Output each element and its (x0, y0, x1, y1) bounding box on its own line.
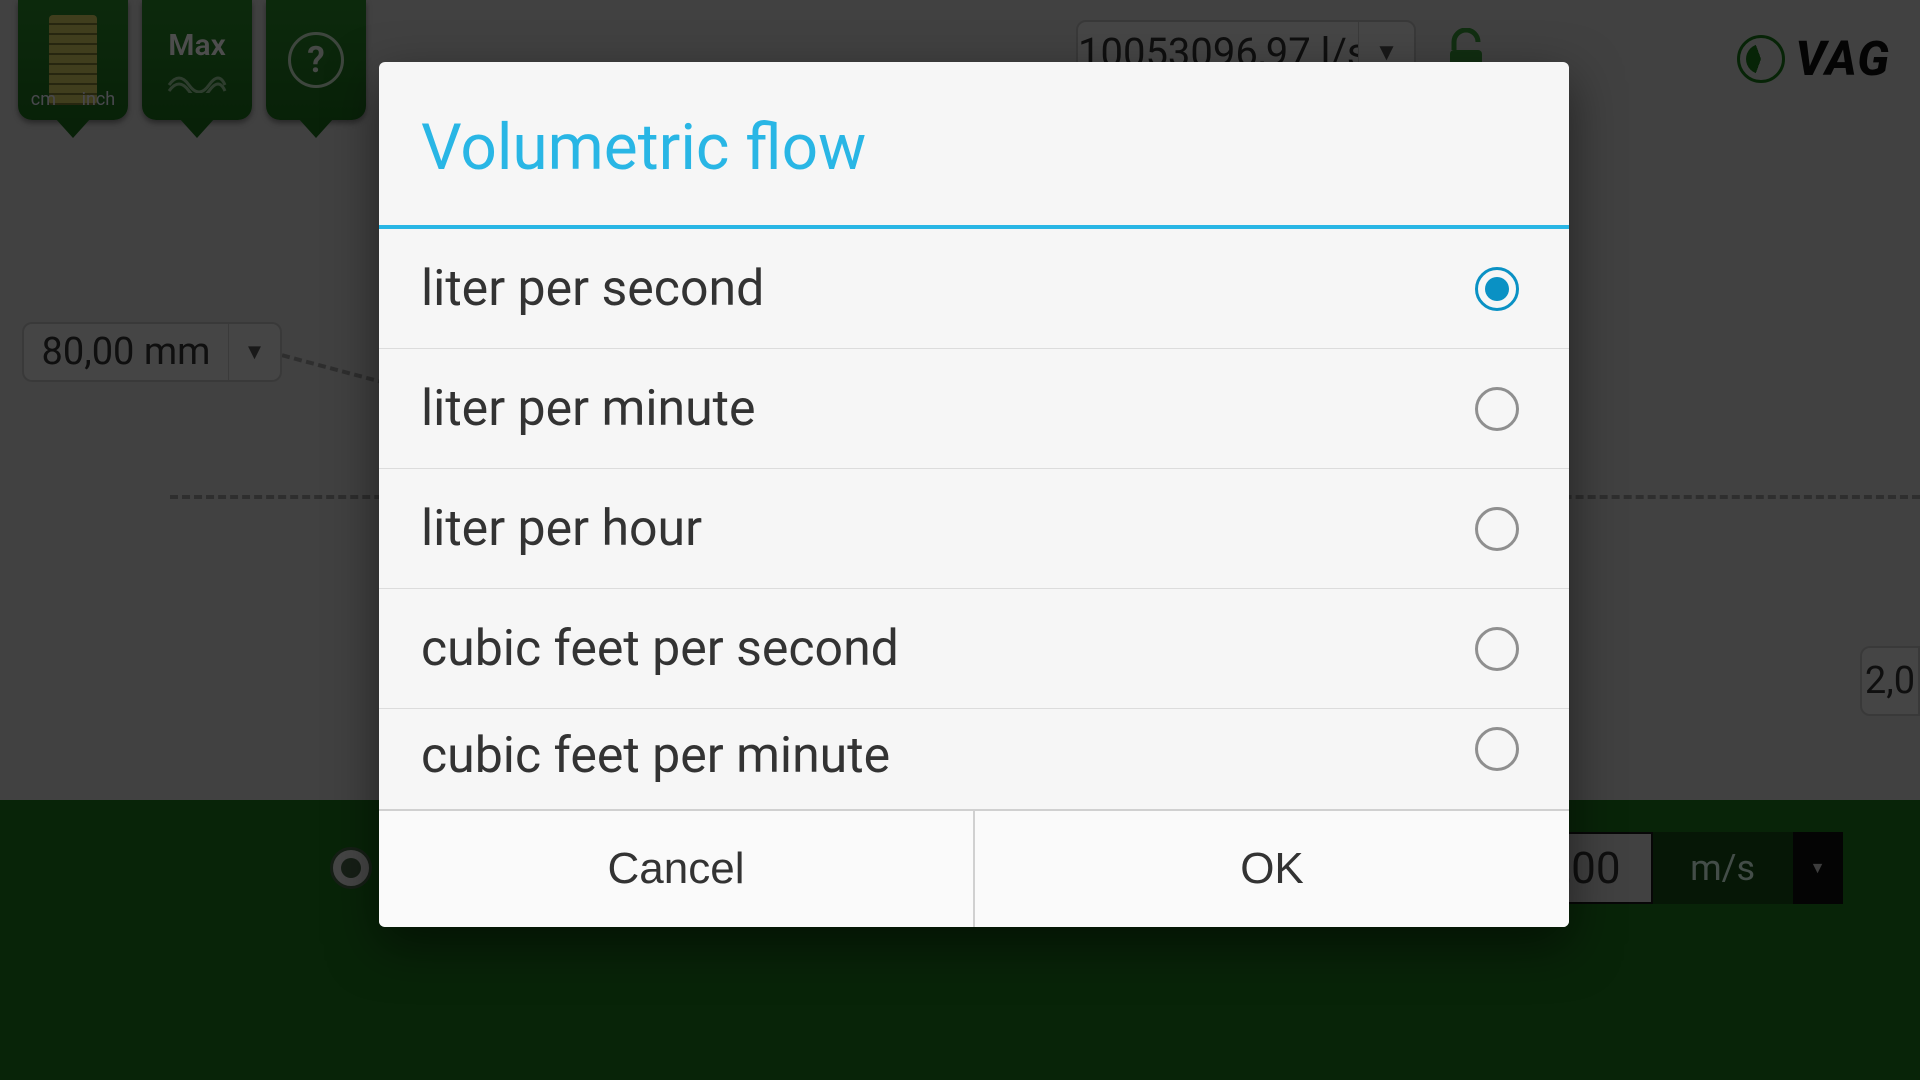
option-label: liter per minute (421, 380, 756, 438)
option-label: liter per hour (421, 500, 702, 558)
ok-button[interactable]: OK (975, 811, 1569, 927)
radio-icon (1475, 627, 1519, 671)
cancel-button[interactable]: Cancel (379, 811, 975, 927)
option-label: cubic feet per second (421, 620, 899, 678)
option-liter-per-minute[interactable]: liter per minute (379, 349, 1569, 469)
option-label: liter per second (421, 260, 764, 318)
dialog-button-row: Cancel OK (379, 809, 1569, 927)
option-label: cubic feet per minute (421, 727, 890, 785)
radio-icon (1475, 727, 1519, 771)
volumetric-flow-dialog: Volumetric flow liter per second liter p… (379, 62, 1569, 927)
radio-icon (1475, 387, 1519, 431)
dialog-title: Volumetric flow (379, 62, 1569, 225)
option-liter-per-hour[interactable]: liter per hour (379, 469, 1569, 589)
unit-option-list: liter per second liter per minute liter … (379, 229, 1569, 809)
radio-icon (1475, 507, 1519, 551)
option-cubic-feet-per-second[interactable]: cubic feet per second (379, 589, 1569, 709)
radio-icon (1475, 267, 1519, 311)
option-cubic-feet-per-minute[interactable]: cubic feet per minute (379, 709, 1569, 809)
option-liter-per-second[interactable]: liter per second (379, 229, 1569, 349)
